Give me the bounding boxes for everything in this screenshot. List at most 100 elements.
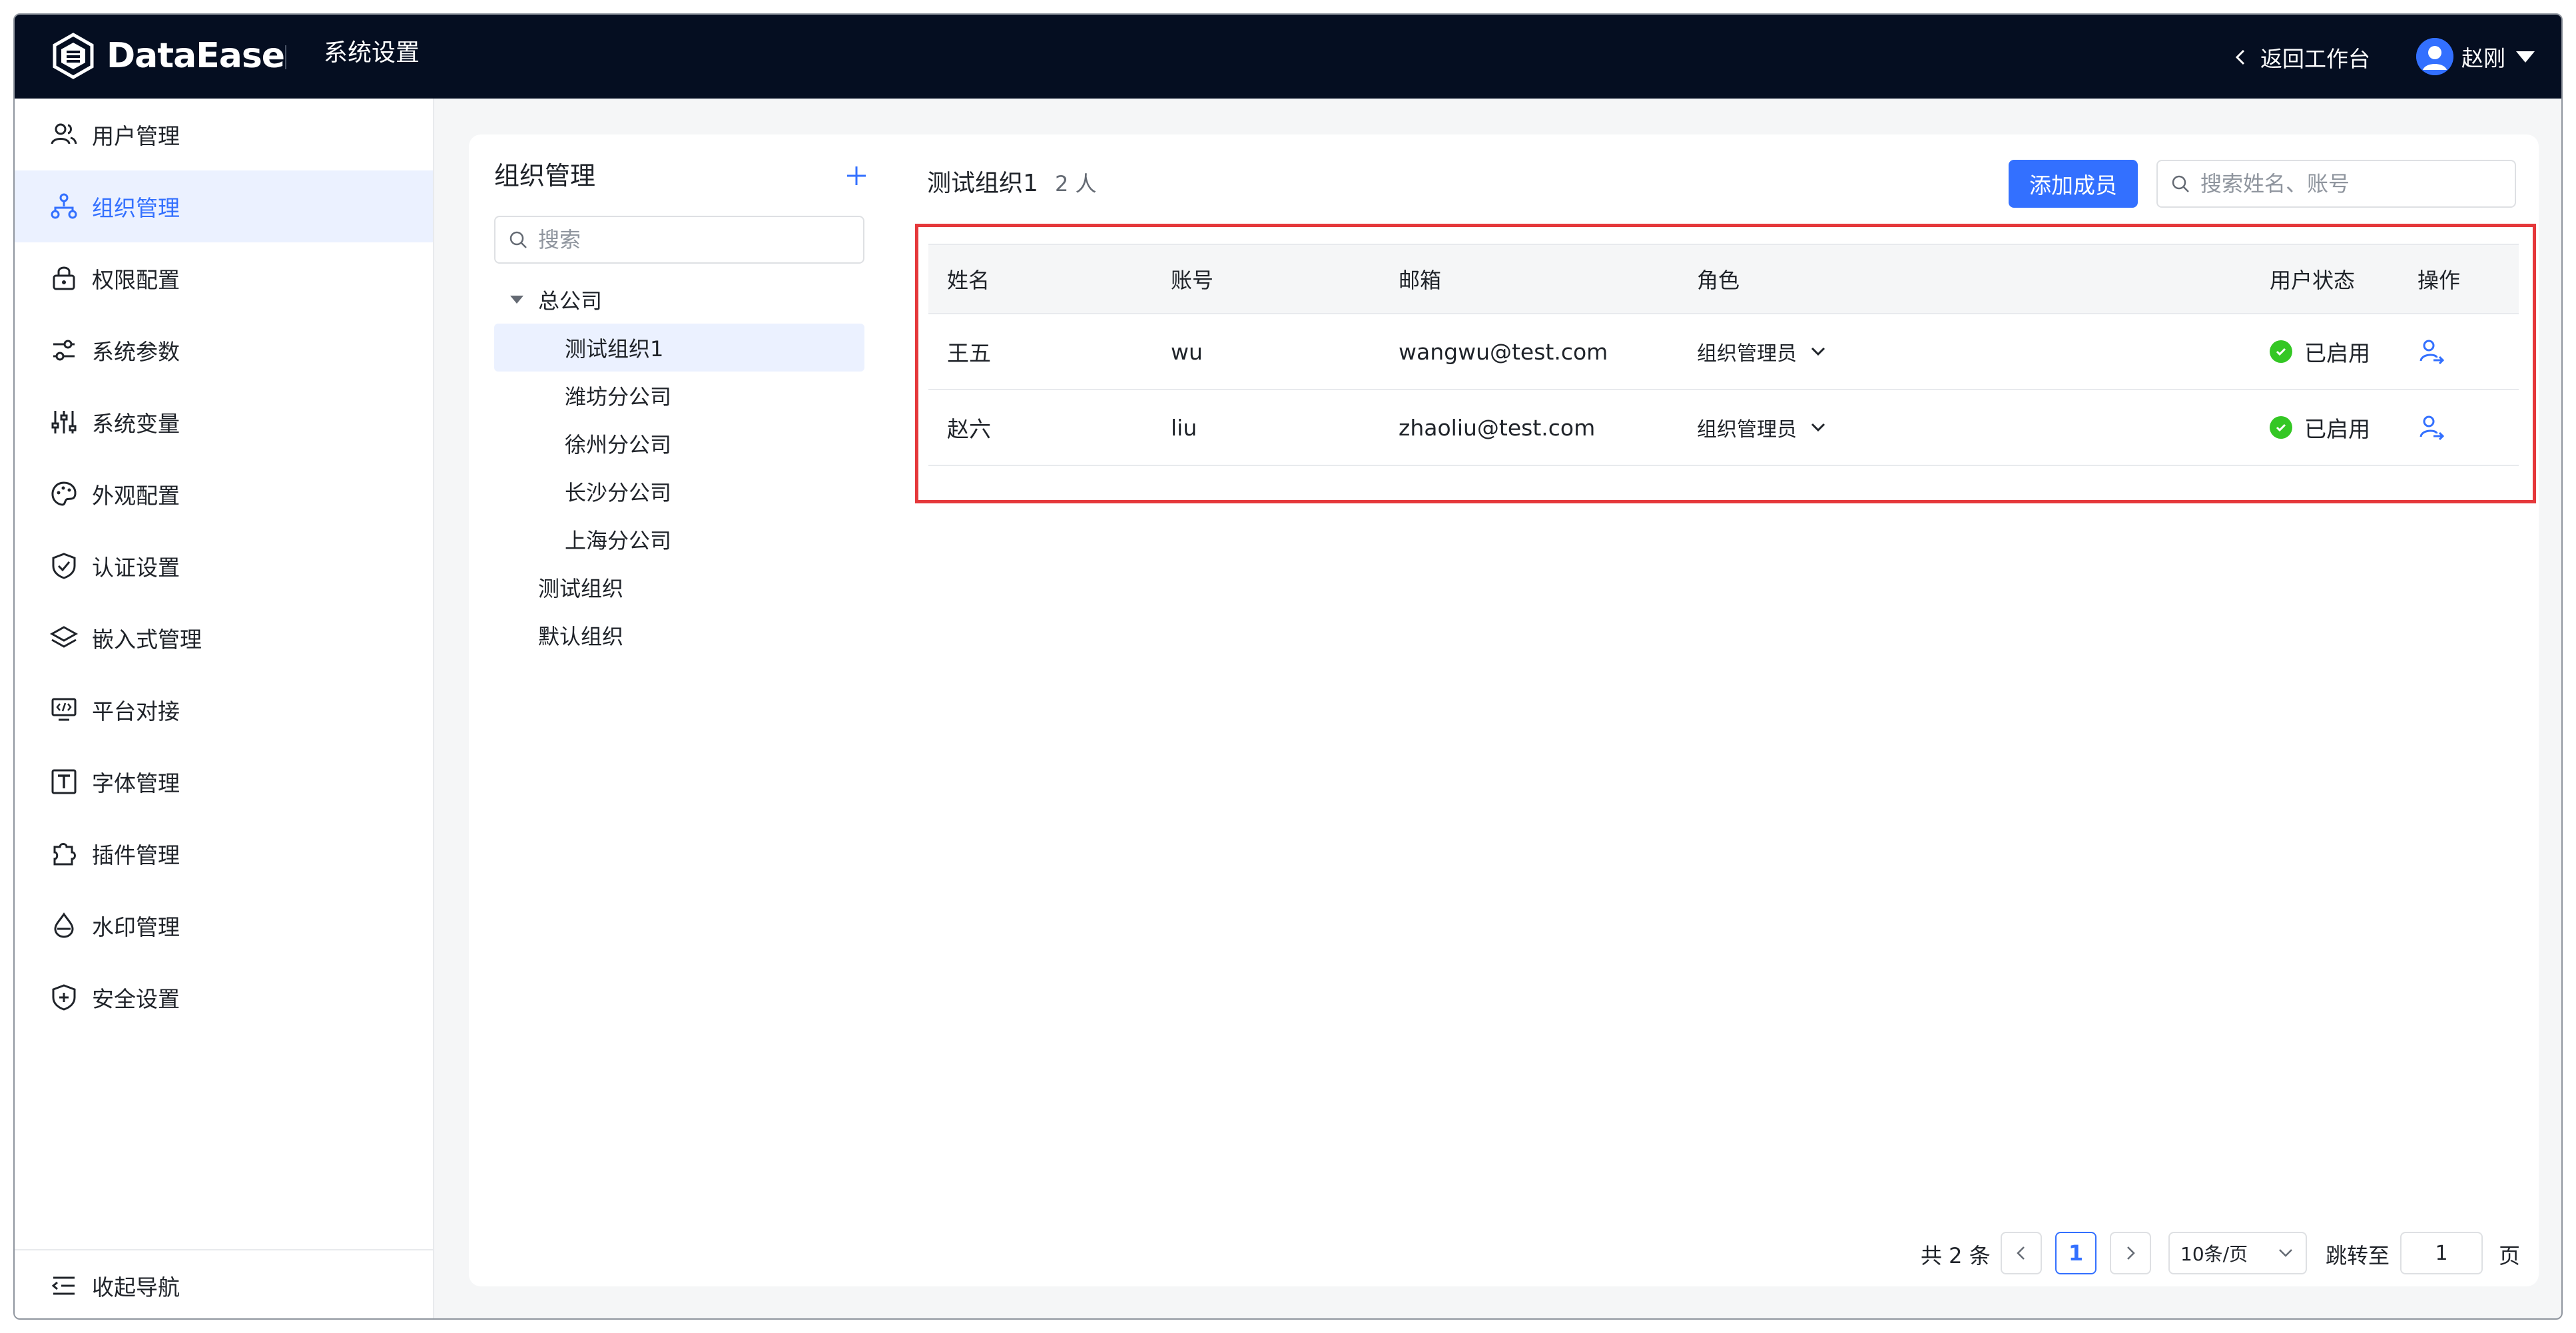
sidebar-item-system-params[interactable]: 系统参数 xyxy=(15,314,433,386)
back-to-workbench-link[interactable]: 返回工作台 xyxy=(2231,40,2370,75)
collapse-icon xyxy=(51,1276,75,1295)
content-panel: 组织管理 总公司 测试组织1 潍坊分公司 徐州分公司 长沙分公司 上海分公司 测… xyxy=(469,134,2539,1286)
sidebar-item-platform[interactable]: 平台对接 xyxy=(15,674,433,746)
sidebar-item-label: 系统变量 xyxy=(92,411,180,437)
sidebar-item-plugins[interactable]: 插件管理 xyxy=(15,818,433,890)
member-search-field[interactable] xyxy=(2156,160,2516,208)
app-window: DataEase 系统设置 返回工作台 赵刚 用户管理 组织管理 权限配置 系统… xyxy=(13,13,2563,1320)
page-number-current[interactable]: 1 xyxy=(2055,1232,2096,1274)
sidebar-item-label: 水印管理 xyxy=(92,914,180,940)
tree-node-label: 上海分公司 xyxy=(565,528,672,553)
topbar-divider xyxy=(285,45,286,69)
tree-node-label: 总公司 xyxy=(538,288,603,314)
prev-page-button[interactable] xyxy=(2001,1232,2042,1274)
top-bar: DataEase 系统设置 返回工作台 赵刚 xyxy=(15,15,2561,99)
chevron-left-icon xyxy=(2235,49,2245,65)
chevron-right-icon xyxy=(2127,1246,2135,1260)
chevron-left-icon xyxy=(2017,1246,2025,1260)
shield-plus-icon xyxy=(49,983,79,1012)
layers-icon xyxy=(49,623,79,653)
collapse-nav-label: 收起导航 xyxy=(92,1274,180,1300)
sidebar-item-watermark[interactable]: 水印管理 xyxy=(15,890,433,961)
sidebar-item-system-variables[interactable]: 系统变量 xyxy=(15,386,433,458)
users-icon xyxy=(49,120,79,149)
logo[interactable]: DataEase xyxy=(49,31,285,81)
user-menu[interactable]: 赵刚 xyxy=(2416,35,2535,79)
pagination-total: 共 2 条 xyxy=(1921,1243,1991,1268)
tree-node-label: 默认组织 xyxy=(538,624,624,649)
add-member-button[interactable]: 添加成员 xyxy=(2009,160,2138,208)
tree-node-head-office[interactable]: 总公司 xyxy=(494,276,864,324)
sidebar-item-label: 插件管理 xyxy=(92,842,180,868)
user-avatar-icon xyxy=(2416,38,2453,75)
sidebar: 用户管理 组织管理 权限配置 系统参数 系统变量 外观配置 认证设置 嵌入式管理… xyxy=(15,99,434,1318)
chevron-down-icon xyxy=(2279,1249,2292,1257)
sidebar-item-user-management[interactable]: 用户管理 xyxy=(15,99,433,170)
font-icon xyxy=(49,767,79,796)
search-icon xyxy=(2172,175,2189,192)
jump-page-input[interactable] xyxy=(2400,1232,2483,1274)
logo-text: DataEase xyxy=(107,36,285,76)
sliders-icon xyxy=(49,336,79,365)
sidebar-item-appearance[interactable]: 外观配置 xyxy=(15,458,433,530)
variables-icon xyxy=(49,407,79,437)
tree-node-test-org-1[interactable]: 测试组织1 xyxy=(494,324,864,372)
member-search-input[interactable] xyxy=(2200,171,2513,196)
palette-icon xyxy=(49,479,79,509)
tree-node-default-org[interactable]: 默认组织 xyxy=(494,611,864,659)
sidebar-item-label: 外观配置 xyxy=(92,483,180,509)
tree-node-label: 测试组织 xyxy=(538,576,624,601)
page-size-select[interactable]: 10条/页 xyxy=(2168,1232,2307,1274)
tree-node-label: 潍坊分公司 xyxy=(565,384,672,409)
lock-icon xyxy=(49,264,79,293)
selected-org-name: 测试组织1 xyxy=(927,170,1038,197)
tree-node-label: 徐州分公司 xyxy=(565,432,672,457)
sidebar-item-org-management[interactable]: 组织管理 xyxy=(15,170,433,242)
table-highlight-box xyxy=(915,224,2536,503)
add-org-icon[interactable] xyxy=(842,161,871,190)
sidebar-item-label: 组织管理 xyxy=(92,195,180,221)
page-suffix-label: 页 xyxy=(2499,1243,2521,1268)
sidebar-item-permissions[interactable]: 权限配置 xyxy=(15,242,433,314)
sidebar-item-label: 系统参数 xyxy=(92,339,180,365)
tree-node-changsha[interactable]: 长沙分公司 xyxy=(494,467,864,515)
puzzle-icon xyxy=(49,839,79,868)
drop-icon xyxy=(49,911,79,940)
tree-node-label: 测试组织1 xyxy=(565,336,664,362)
sidebar-item-security[interactable]: 安全设置 xyxy=(15,961,433,1033)
sidebar-item-embedded[interactable]: 嵌入式管理 xyxy=(15,602,433,674)
tree-node-weifang[interactable]: 潍坊分公司 xyxy=(494,372,864,419)
org-search-input[interactable] xyxy=(538,227,844,252)
tree-node-label: 长沙分公司 xyxy=(565,480,672,505)
back-link-label: 返回工作台 xyxy=(2260,46,2370,72)
avatar xyxy=(2416,38,2453,75)
member-count: 2 人 xyxy=(1055,171,1097,196)
tree-node-shanghai[interactable]: 上海分公司 xyxy=(494,515,864,563)
sidebar-item-label: 安全设置 xyxy=(92,986,180,1012)
section-title: 系统设置 xyxy=(324,39,420,67)
shield-check-icon xyxy=(49,551,79,581)
dataease-logo-icon xyxy=(53,33,94,79)
next-page-button[interactable] xyxy=(2110,1232,2151,1274)
org-tree-icon xyxy=(49,192,79,221)
sidebar-item-label: 平台对接 xyxy=(92,698,180,724)
org-search-field[interactable] xyxy=(494,216,864,264)
sidebar-item-label: 嵌入式管理 xyxy=(92,627,202,653)
sidebar-item-label: 用户管理 xyxy=(92,123,180,149)
tree-expand-icon[interactable] xyxy=(510,296,523,304)
sidebar-item-fonts[interactable]: 字体管理 xyxy=(15,746,433,818)
search-icon xyxy=(509,231,527,248)
tree-node-xuzhou[interactable]: 徐州分公司 xyxy=(494,419,864,467)
user-name: 赵刚 xyxy=(2461,45,2505,71)
monitor-code-icon xyxy=(49,695,79,724)
caret-down-icon xyxy=(2516,51,2535,63)
tree-node-test-org[interactable]: 测试组织 xyxy=(494,563,864,611)
jump-to-label: 跳转至 xyxy=(2326,1243,2390,1268)
collapse-nav-button[interactable]: 收起导航 xyxy=(15,1249,433,1318)
sidebar-item-label: 字体管理 xyxy=(92,770,180,796)
page-size-value: 10条/页 xyxy=(2180,1243,2248,1265)
sidebar-item-auth-settings[interactable]: 认证设置 xyxy=(15,530,433,602)
org-tree-title: 组织管理 xyxy=(494,161,596,190)
sidebar-item-label: 认证设置 xyxy=(92,555,180,581)
sidebar-item-label: 权限配置 xyxy=(92,267,180,293)
